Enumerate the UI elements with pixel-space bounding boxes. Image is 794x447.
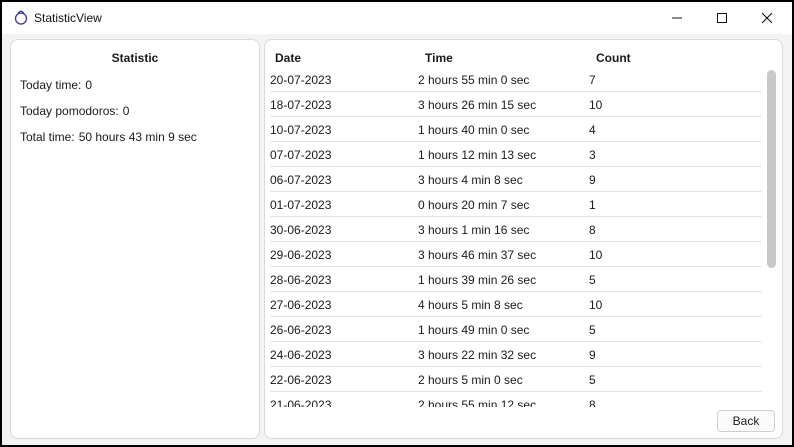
today-time-line: Today time: 0 xyxy=(20,78,92,92)
table-row[interactable]: 30-06-2023 3 hours 1 min 16 sec 8 xyxy=(270,217,762,242)
row-time: 2 hours 55 min 12 sec xyxy=(418,398,537,407)
row-count: 5 xyxy=(589,273,596,287)
row-time: 3 hours 1 min 16 sec xyxy=(418,223,530,237)
today-pomodoros-label: Today pomodoros: xyxy=(20,104,119,118)
row-time: 3 hours 26 min 15 sec xyxy=(418,98,537,112)
row-date: 29-06-2023 xyxy=(270,248,332,262)
row-count: 1 xyxy=(589,198,596,212)
row-time: 0 hours 20 min 7 sec xyxy=(418,198,530,212)
row-date: 22-06-2023 xyxy=(270,373,332,387)
row-date: 10-07-2023 xyxy=(270,123,332,137)
table-row[interactable]: 29-06-2023 3 hours 46 min 37 sec 10 xyxy=(270,242,762,267)
row-count: 3 xyxy=(589,148,596,162)
row-count: 7 xyxy=(589,73,596,87)
row-count: 9 xyxy=(589,173,596,187)
table-row[interactable]: 07-07-2023 1 hours 12 min 13 sec 3 xyxy=(270,142,762,167)
row-time: 1 hours 39 min 26 sec xyxy=(418,273,537,287)
minimize-icon xyxy=(672,17,682,19)
row-date: 01-07-2023 xyxy=(270,198,332,212)
today-time-value: 0 xyxy=(85,78,93,92)
row-count: 10 xyxy=(589,98,603,112)
column-header-date[interactable]: Date xyxy=(275,51,301,65)
scrollbar-thumb[interactable] xyxy=(767,70,776,268)
close-button[interactable] xyxy=(744,2,790,34)
row-date: 28-06-2023 xyxy=(270,273,332,287)
table-row[interactable]: 27-06-2023 4 hours 5 min 8 sec 10 xyxy=(270,292,762,317)
row-time: 1 hours 40 min 0 sec xyxy=(418,123,530,137)
row-count: 8 xyxy=(589,223,596,237)
table-row[interactable]: 22-06-2023 2 hours 5 min 0 sec 5 xyxy=(270,367,762,392)
minimize-button[interactable] xyxy=(654,2,700,34)
total-time-value: 50 hours 43 min 9 sec xyxy=(78,130,197,144)
title-bar[interactable]: StatisticView xyxy=(2,2,792,34)
statistic-panel: Statistic Today time: 0 Today pomodoros: 0… xyxy=(10,39,260,439)
row-time: 3 hours 4 min 8 sec xyxy=(418,173,523,187)
row-time: 3 hours 46 min 37 sec xyxy=(418,248,537,262)
row-date: 18-07-2023 xyxy=(270,98,332,112)
row-date: 20-07-2023 xyxy=(270,73,332,87)
row-count: 9 xyxy=(589,348,596,362)
row-date: 07-07-2023 xyxy=(270,148,332,162)
app-logo-icon xyxy=(14,10,28,25)
row-count: 5 xyxy=(589,323,596,337)
row-count: 10 xyxy=(589,248,603,262)
column-header-time[interactable]: Time xyxy=(425,51,453,65)
row-time: 2 hours 5 min 0 sec xyxy=(418,373,523,387)
table-row[interactable]: 28-06-2023 1 hours 39 min 26 sec 5 xyxy=(270,267,762,292)
row-date: 06-07-2023 xyxy=(270,173,332,187)
maximize-button[interactable] xyxy=(699,2,745,34)
back-button[interactable]: Back xyxy=(717,410,775,432)
column-header-count[interactable]: Count xyxy=(596,51,631,65)
total-time-label: Total time: xyxy=(20,130,75,144)
row-time: 1 hours 49 min 0 sec xyxy=(418,323,530,337)
history-panel: Date Time Count 20-07-2023 2 hours 55 min… xyxy=(264,39,783,439)
table-row[interactable]: 20-07-2023 2 hours 55 min 0 sec 7 xyxy=(270,67,762,92)
row-date: 30-06-2023 xyxy=(270,223,332,237)
row-date: 27-06-2023 xyxy=(270,298,332,312)
row-count: 4 xyxy=(589,123,596,137)
table-row[interactable]: 24-06-2023 3 hours 22 min 32 sec 9 xyxy=(270,342,762,367)
row-date: 24-06-2023 xyxy=(270,348,332,362)
row-time: 3 hours 22 min 32 sec xyxy=(418,348,537,362)
table-row[interactable]: 18-07-2023 3 hours 26 min 15 sec 10 xyxy=(270,92,762,117)
total-time-line: Total time: 50 hours 43 min 9 sec xyxy=(20,130,197,144)
today-pomodoros-line: Today pomodoros: 0 xyxy=(20,104,129,118)
table-row[interactable]: 01-07-2023 0 hours 20 min 7 sec 1 xyxy=(270,192,762,217)
today-time-label: Today time: xyxy=(20,78,82,92)
statistic-window: StatisticView Statistic Today time: 0 To… xyxy=(2,2,792,445)
row-time: 2 hours 55 min 0 sec xyxy=(418,73,530,87)
window-title: StatisticView xyxy=(34,11,102,25)
today-pomodoros-value: 0 xyxy=(122,104,130,118)
table-row[interactable]: 06-07-2023 3 hours 4 min 8 sec 9 xyxy=(270,167,762,192)
row-time: 4 hours 5 min 8 sec xyxy=(418,298,523,312)
table-row[interactable]: 10-07-2023 1 hours 40 min 0 sec 4 xyxy=(270,117,762,142)
row-date: 26-06-2023 xyxy=(270,323,332,337)
history-list[interactable]: 20-07-2023 2 hours 55 min 0 sec 7 18-07-202… xyxy=(270,67,762,407)
vertical-scrollbar[interactable] xyxy=(765,70,776,408)
statistic-heading: Statistic xyxy=(111,51,159,65)
table-row[interactable]: 21-06-2023 2 hours 55 min 12 sec 8 xyxy=(270,392,762,407)
row-count: 5 xyxy=(589,373,596,387)
client-area: Statistic Today time: 0 Today pomodoros: 0… xyxy=(2,34,792,445)
row-count: 10 xyxy=(589,298,603,312)
maximize-icon xyxy=(717,13,727,23)
row-count: 8 xyxy=(589,398,596,407)
row-date: 21-06-2023 xyxy=(270,398,332,407)
table-row[interactable]: 26-06-2023 1 hours 49 min 0 sec 5 xyxy=(270,317,762,342)
row-time: 1 hours 12 min 13 sec xyxy=(418,148,537,162)
close-icon xyxy=(761,12,773,24)
